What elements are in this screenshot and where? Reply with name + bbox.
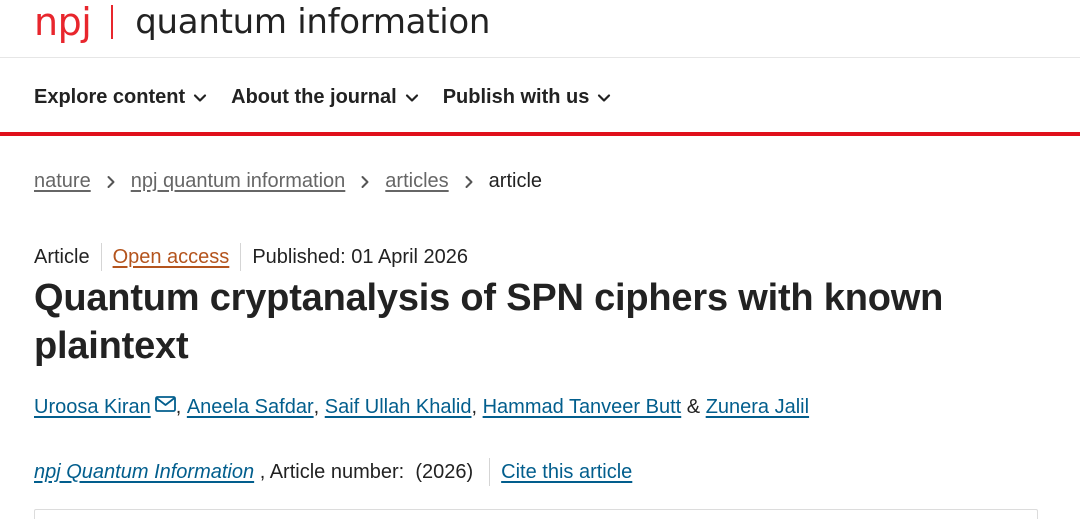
author-link[interactable]: Zunera Jalil	[706, 396, 809, 419]
breadcrumb-nature[interactable]: nature	[34, 170, 91, 193]
author-separator: &	[681, 396, 706, 418]
author-separator: ,	[471, 396, 483, 418]
meta-divider	[100, 243, 102, 271]
article-title-line-1: Quantum cryptanalysis of SPN ciphers wit…	[34, 277, 944, 319]
nav-list: Explore content About the journal Publis…	[34, 86, 635, 109]
journal-logo[interactable]: npj quantum information	[34, 0, 490, 50]
chevron-right-icon	[107, 175, 115, 188]
content-box	[34, 509, 1038, 519]
article-type: Article	[34, 245, 90, 268]
chevron-down-icon	[598, 93, 611, 102]
breadcrumb-current: article	[488, 170, 543, 192]
nav-label: Explore content	[34, 86, 186, 108]
logo-journal-name: quantum information	[135, 2, 491, 42]
mail-icon[interactable]	[154, 395, 176, 412]
chevron-down-icon	[405, 93, 418, 102]
breadcrumb-journal[interactable]: npj quantum information	[131, 170, 346, 193]
chevron-right-icon	[465, 175, 473, 188]
site-header: npj quantum information	[0, 0, 1080, 58]
author-list: Uroosa Kiran , Aneela Safdar , Saif Ulla…	[34, 395, 809, 419]
breadcrumb: nature npj quantum information articles …	[34, 170, 542, 193]
citation-line: npj Quantum Information , Article number…	[34, 458, 632, 486]
article-number-label: , Article number:	[254, 461, 415, 484]
main-nav: Explore content About the journal Publis…	[0, 58, 1080, 136]
nav-label: About the journal	[231, 86, 397, 108]
author-link[interactable]: Saif Ullah Khalid	[325, 396, 472, 419]
article-number-text: , Article number:	[259, 460, 405, 483]
logo-npj: npj	[34, 0, 92, 44]
open-access-link[interactable]: Open access	[113, 246, 230, 269]
journal-link[interactable]: npj Quantum Information	[34, 461, 254, 484]
meta-divider	[240, 243, 242, 271]
logo-divider	[111, 5, 114, 39]
article-meta: Article Open access Published: 01 April …	[34, 243, 468, 271]
article-title-line-2: plaintext	[34, 325, 189, 367]
breadcrumb-articles[interactable]: articles	[385, 170, 448, 193]
published-date: Published: 01 April 2026	[252, 245, 469, 268]
article-title: Quantum cryptanalysis of SPN ciphers wit…	[34, 274, 1034, 370]
nav-explore-content[interactable]: Explore content	[34, 86, 207, 109]
nav-label: Publish with us	[442, 86, 590, 108]
chevron-down-icon	[194, 93, 207, 102]
chevron-right-icon	[361, 175, 369, 188]
author-separator: ,	[175, 396, 187, 418]
nav-publish-with-us[interactable]: Publish with us	[443, 86, 612, 109]
citation-divider	[489, 458, 491, 486]
nav-about-journal[interactable]: About the journal	[231, 86, 419, 109]
article-year: (2026)	[415, 460, 474, 483]
page: npj quantum information Explore content …	[0, 0, 1080, 519]
author-separator: ,	[313, 396, 325, 418]
cite-this-article-link[interactable]: Cite this article	[501, 461, 632, 484]
author-link[interactable]: Hammad Tanveer Butt	[483, 396, 682, 419]
author-link[interactable]: Aneela Safdar	[187, 396, 314, 419]
author-link[interactable]: Uroosa Kiran	[34, 396, 151, 419]
